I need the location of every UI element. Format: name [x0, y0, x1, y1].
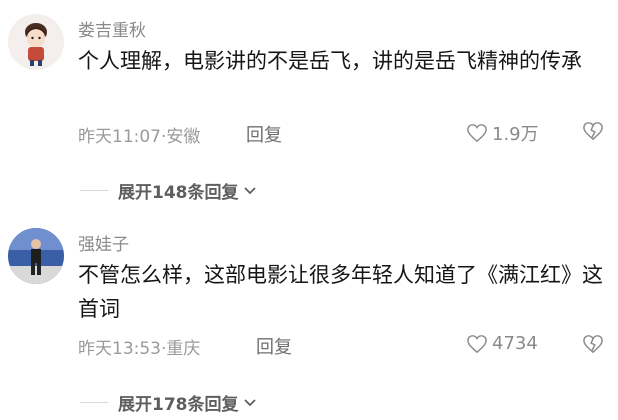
reply-button[interactable]: 回复	[246, 121, 282, 147]
comment-item: 强娃子 不管怎么样，这部电影让很多年轻人知道了《满江红》这首词 昨天13:53·…	[0, 210, 618, 420]
divider	[80, 190, 108, 191]
like-button[interactable]: 4734	[466, 333, 538, 354]
comment-meta: 昨天13:53·重庆	[78, 339, 201, 359]
heart-icon	[467, 334, 487, 353]
expand-replies-label: 展开178条回复	[118, 395, 239, 415]
avatar[interactable]	[8, 228, 64, 284]
comment-meta: 昨天11:07·安徽	[78, 127, 201, 147]
comment-text: 不管怎么样，这部电影让很多年轻人知道了《满江红》这首词	[78, 263, 603, 321]
chevron-down-icon	[243, 398, 256, 406]
dislike-button[interactable]	[582, 334, 604, 358]
comment-item: 娄吉重秋 个人理解，电影讲的不是岳飞，讲的是岳飞精神的传承 昨天11:07·安徽…	[0, 0, 618, 210]
chevron-down-icon	[243, 186, 256, 194]
dislike-heart-icon	[583, 122, 603, 141]
username[interactable]: 娄吉重秋	[78, 16, 146, 41]
reply-button[interactable]: 回复	[256, 333, 292, 359]
expand-replies-button[interactable]: 展开178条回复	[80, 390, 257, 415]
like-count: 4734	[492, 333, 538, 354]
heart-icon	[467, 124, 487, 143]
expand-replies-label: 展开148条回复	[118, 183, 239, 203]
like-button[interactable]: 1.9万	[466, 120, 539, 146]
username[interactable]: 强娃子	[78, 230, 129, 255]
avatar[interactable]	[8, 14, 64, 70]
like-count: 1.9万	[492, 124, 539, 145]
divider	[80, 402, 108, 403]
dislike-button[interactable]	[582, 121, 604, 145]
dislike-heart-icon	[583, 335, 603, 354]
expand-replies-button[interactable]: 展开148条回复	[80, 178, 257, 203]
comment-text: 个人理解，电影讲的不是岳飞，讲的是岳飞精神的传承	[78, 49, 582, 73]
